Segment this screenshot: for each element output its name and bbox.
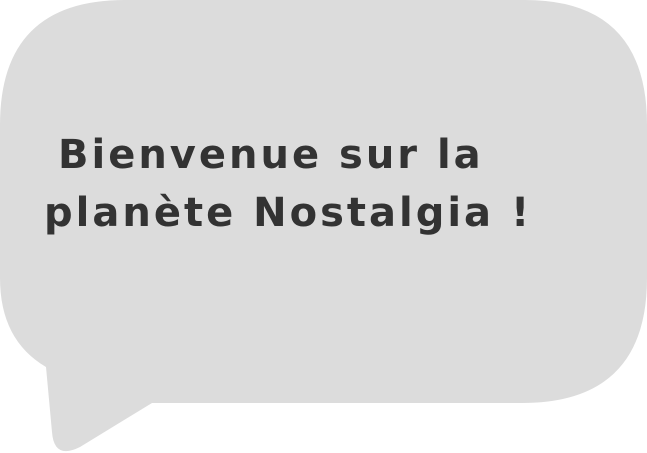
message-line-1: Bienvenue sur la [58, 132, 484, 178]
bubble-message: Bienvenue sur la planète Nostalgia ! [38, 126, 638, 242]
speech-bubble-graphic: Bienvenue sur la planète Nostalgia ! [0, 0, 647, 453]
message-line-2: planète Nostalgia ! [44, 190, 533, 236]
